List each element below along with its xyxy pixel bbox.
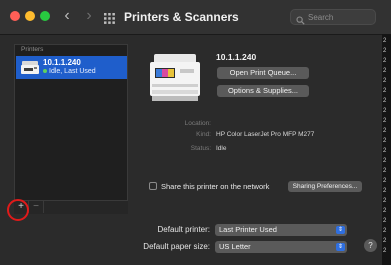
default-paper-size-label: Default paper size: bbox=[143, 242, 210, 251]
show-all-grid-icon[interactable] bbox=[104, 11, 115, 24]
share-printer-checkbox[interactable] bbox=[149, 182, 157, 190]
chevron-updown-icon: ⇕ bbox=[336, 226, 345, 234]
back-icon[interactable]: ‹ bbox=[58, 6, 76, 26]
window-title: Printers & Scanners bbox=[124, 10, 239, 24]
minimize-window-button[interactable] bbox=[25, 11, 35, 21]
share-printer-label: Share this printer on the network bbox=[161, 182, 270, 191]
printer-image-icon bbox=[146, 52, 204, 109]
printer-icon bbox=[20, 59, 40, 81]
open-print-queue-button[interactable]: Open Print Queue... bbox=[217, 67, 309, 79]
default-printer-select[interactable]: Last Printer Used ⇕ bbox=[215, 224, 347, 236]
help-button[interactable]: ? bbox=[364, 239, 377, 252]
zoom-window-button[interactable] bbox=[40, 11, 50, 21]
printers-list-header: Printers bbox=[21, 46, 44, 53]
location-label: Location: bbox=[184, 120, 211, 127]
status-value: Idle bbox=[216, 145, 227, 152]
forward-icon[interactable]: › bbox=[80, 6, 98, 26]
options-supplies-button[interactable]: Options & Supplies... bbox=[217, 85, 309, 97]
chevron-updown-icon: ⇕ bbox=[336, 243, 345, 251]
search-field[interactable]: Search bbox=[290, 9, 376, 25]
search-placeholder: Search bbox=[308, 13, 334, 22]
kind-value: HP Color LaserJet Pro MFP M277 bbox=[216, 131, 315, 138]
list-controls: + − bbox=[14, 200, 128, 214]
printer-name: 10.1.1.240 bbox=[43, 58, 81, 67]
search-icon bbox=[296, 12, 305, 30]
kind-label: Kind: bbox=[196, 131, 211, 138]
default-printer-value: Last Printer Used bbox=[219, 225, 277, 234]
remove-printer-button[interactable]: − bbox=[29, 201, 44, 213]
list-item[interactable]: 10.1.1.240 Idle, Last Used bbox=[16, 56, 127, 79]
default-paper-size-select[interactable]: US Letter ⇕ bbox=[215, 241, 347, 253]
status-label: Status: bbox=[190, 145, 211, 152]
idle-status-dot-icon bbox=[43, 69, 47, 74]
title-bar: ‹ › Printers & Scanners Search bbox=[0, 0, 391, 35]
default-paper-size-value: US Letter bbox=[219, 242, 251, 251]
printer-status: Idle, Last Used bbox=[43, 68, 96, 75]
default-printer-label: Default printer: bbox=[157, 225, 210, 234]
sharing-preferences-button[interactable]: Sharing Preferences... bbox=[288, 181, 362, 192]
printer-detail-name: 10.1.1.240 bbox=[216, 52, 257, 62]
background-window-edge: 2222222222222222222222 bbox=[382, 34, 391, 265]
printers-list: Printers 10.1.1.240 Idle, Last Used bbox=[14, 44, 128, 212]
highlight-circle bbox=[7, 199, 29, 221]
close-window-button[interactable] bbox=[10, 11, 20, 21]
printers-scanners-window: ‹ › Printers & Scanners Search Printers bbox=[0, 0, 391, 265]
